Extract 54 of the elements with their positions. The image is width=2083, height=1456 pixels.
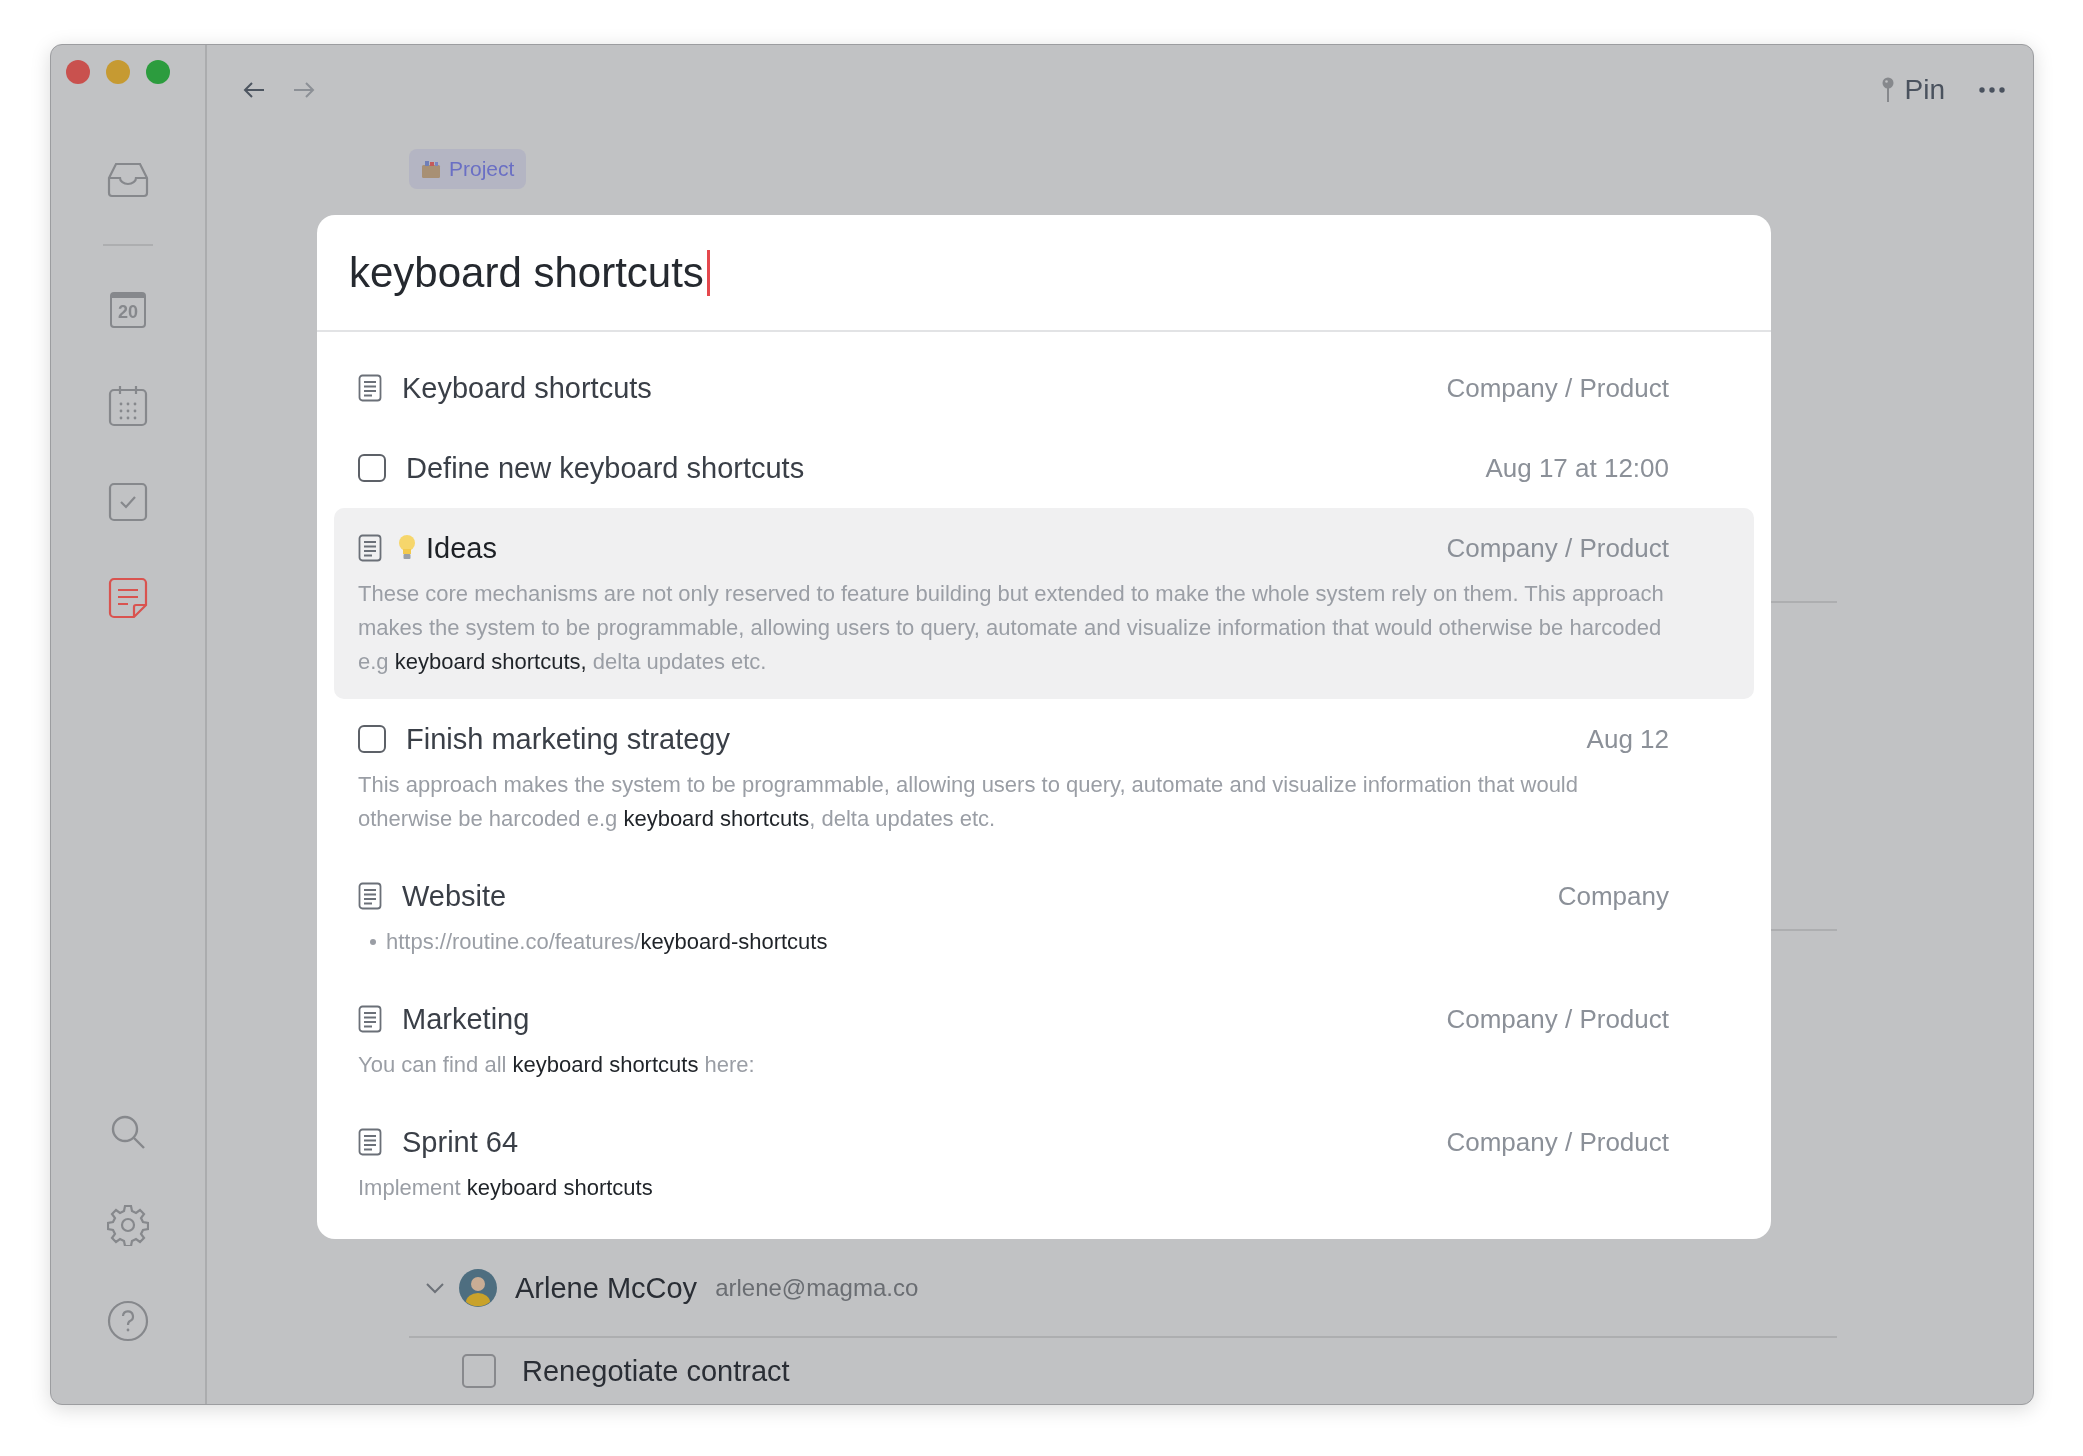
search-icon[interactable] bbox=[110, 1114, 146, 1150]
result-location: Company / Product bbox=[1446, 1003, 1669, 1035]
help-icon[interactable] bbox=[107, 1300, 149, 1342]
result-snippet: This approach makes the system to be programmable, allowing users to query, automate and visualize information that would otherwise be harcoded e.g keyboard shortcuts, delta updates etc. bbox=[358, 771, 1579, 833]
result-location: Aug 17 at 12:00 bbox=[1485, 452, 1669, 484]
result-snippet: These core mechanisms are not only reserved to feature building but extended to make the whole system rely on them. This approach makes the system to be programmable, allowing users to query, automate and visualize information that would otherwise be harcoded e.g keyboard shortcuts, delta updates etc. bbox=[358, 580, 1665, 676]
result-snippet: You can find all keyboard shortcuts here: bbox=[358, 1051, 756, 1079]
calendar-icon[interactable] bbox=[108, 385, 148, 427]
note-icon[interactable] bbox=[108, 577, 148, 619]
maximize-button[interactable] bbox=[146, 60, 170, 84]
search-result[interactable]: Marketing Company / Product You can find all keyboard shortcuts here: bbox=[334, 979, 1754, 1102]
result-title: Website bbox=[402, 879, 507, 913]
task-checkbox[interactable] bbox=[358, 725, 386, 753]
chevron-icon[interactable] bbox=[425, 1282, 445, 1294]
result-link[interactable]: https://routine.co/features/keyboard-shortcuts bbox=[386, 925, 828, 959]
result-title: Sprint 64 bbox=[402, 1125, 519, 1159]
task-title: Renegotiate contract bbox=[522, 1354, 790, 1388]
result-title: Keyboard shortcuts bbox=[402, 371, 652, 405]
task-checkbox[interactable] bbox=[358, 454, 386, 482]
result-location: Company / Product bbox=[1446, 532, 1669, 564]
checkbox-icon[interactable] bbox=[108, 482, 148, 522]
minimize-button[interactable] bbox=[106, 60, 130, 84]
search-result[interactable]: Keyboard shortcuts Company / Product bbox=[334, 348, 1754, 428]
document-icon bbox=[358, 534, 382, 562]
result-snippet: Implement keyboard shortcuts bbox=[358, 1174, 654, 1202]
result-title: Marketing bbox=[402, 1002, 530, 1036]
inbox-icon[interactable] bbox=[107, 162, 149, 198]
close-button[interactable] bbox=[66, 60, 90, 84]
search-result[interactable]: Website Company https://routine.co/features/keyboard-shortcuts bbox=[334, 856, 1754, 979]
pin-button[interactable]: Pin bbox=[1880, 74, 1945, 106]
search-field[interactable]: keyboard shortcuts bbox=[317, 215, 1771, 332]
search-result[interactable]: Define new keyboard shortcuts Aug 17 at 12:00 bbox=[334, 428, 1754, 508]
search-result[interactable]: Sprint 64 Company / Product Implement keyboard shortcuts bbox=[334, 1102, 1754, 1225]
person-name: Arlene McCoy bbox=[515, 1271, 698, 1305]
document-icon bbox=[358, 882, 382, 910]
avatar bbox=[459, 1269, 497, 1307]
result-location: Company / Product bbox=[1446, 1126, 1669, 1158]
box-icon bbox=[421, 160, 441, 178]
pin-icon[interactable] bbox=[1880, 77, 1895, 103]
settings-icon[interactable] bbox=[107, 1204, 149, 1246]
document-icon bbox=[358, 374, 382, 402]
result-title: Define new keyboard shortcuts bbox=[406, 451, 805, 485]
more-icon[interactable] bbox=[1979, 87, 2005, 93]
task-checkbox[interactable] bbox=[462, 1354, 496, 1388]
bullet-icon bbox=[370, 939, 376, 945]
result-location: Company bbox=[1557, 880, 1669, 912]
document-icon bbox=[358, 1005, 382, 1033]
result-location: Company / Product bbox=[1446, 372, 1669, 404]
result-title: Ideas bbox=[426, 531, 497, 565]
result-location: Aug 12 bbox=[1586, 723, 1669, 755]
document-icon bbox=[358, 1128, 382, 1156]
person-email: arlene@magma.co bbox=[715, 1274, 919, 1302]
result-title: Finish marketing strategy bbox=[406, 722, 730, 756]
search-result[interactable] bbox=[334, 508, 1754, 699]
